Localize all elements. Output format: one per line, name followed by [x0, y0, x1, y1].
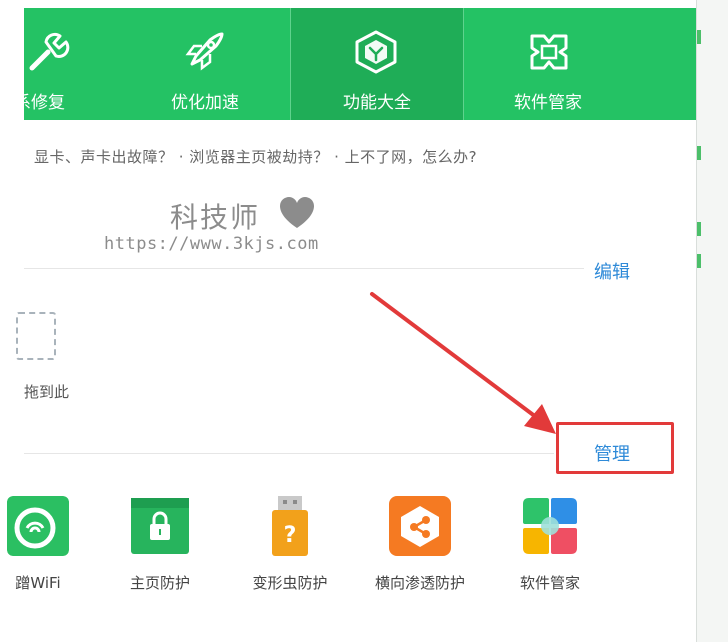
- top-navigation: 系修复 优化加速 功能大全 软件管家: [14, 8, 696, 120]
- drop-hint-label: 拖到此: [24, 383, 70, 401]
- edit-link[interactable]: 编辑: [594, 258, 630, 284]
- heart-icon: [280, 197, 314, 228]
- section-divider: [24, 268, 584, 269]
- apps-icon: [530, 34, 568, 70]
- tool-label: 软件管家: [519, 574, 580, 592]
- wifi-icon: [7, 496, 69, 556]
- edge-marker: [697, 222, 701, 236]
- watermark-name: 科技师: [170, 201, 261, 234]
- lock-browser-icon: [131, 498, 189, 554]
- petals-icon: [523, 498, 577, 554]
- nav-label: 软件管家: [514, 93, 582, 113]
- tool-item-shapeshift-protect[interactable]: ? 变形虫防护: [230, 496, 350, 593]
- usb-question-icon: ?: [272, 496, 308, 556]
- rocket-icon: [185, 32, 224, 71]
- nav-item-software[interactable]: 软件管家: [462, 8, 634, 120]
- tool-label: 主页防护: [129, 574, 190, 592]
- edge-marker: [697, 146, 701, 160]
- tool-label: 横向渗透防护: [374, 574, 465, 592]
- nav-item-features[interactable]: 功能大全: [290, 8, 464, 120]
- drop-placeholder[interactable]: [16, 312, 56, 360]
- nav-item-repair[interactable]: 系修复: [14, 8, 120, 120]
- watermark-url: https://www.3kjs.com: [104, 234, 319, 254]
- wrench-icon: [29, 32, 70, 71]
- nav-label: 功能大全: [343, 93, 411, 113]
- nav-label: 系修复: [14, 93, 65, 113]
- tool-item-homepage-protect[interactable]: 主页防护: [100, 496, 220, 593]
- tool-item-lateral-protect[interactable]: 横向渗透防护: [360, 496, 480, 593]
- red-arrow-annotation: [370, 292, 556, 434]
- edge-marker: [697, 30, 701, 44]
- tool-label: 变形虫防护: [252, 574, 328, 592]
- manage-link[interactable]: 管理: [594, 440, 630, 466]
- cube-icon: [355, 30, 397, 74]
- common-questions[interactable]: 显卡、声卡出故障？ · 浏览器主页被劫持？ · 上不了网，怎么办?: [34, 146, 477, 167]
- svg-text:?: ?: [284, 523, 297, 548]
- edge-marker: [697, 254, 701, 268]
- right-side-panel-edge: [696, 0, 728, 642]
- network-share-icon: [389, 496, 451, 556]
- nav-item-optimize[interactable]: 优化加速: [120, 8, 290, 120]
- nav-label: 优化加速: [171, 93, 239, 113]
- section-divider: [24, 453, 554, 454]
- tool-item-software-manager[interactable]: 软件管家: [490, 496, 610, 593]
- tool-label: 蹭WiFi: [15, 574, 61, 592]
- tool-item-wifi[interactable]: 蹭WiFi: [0, 496, 98, 593]
